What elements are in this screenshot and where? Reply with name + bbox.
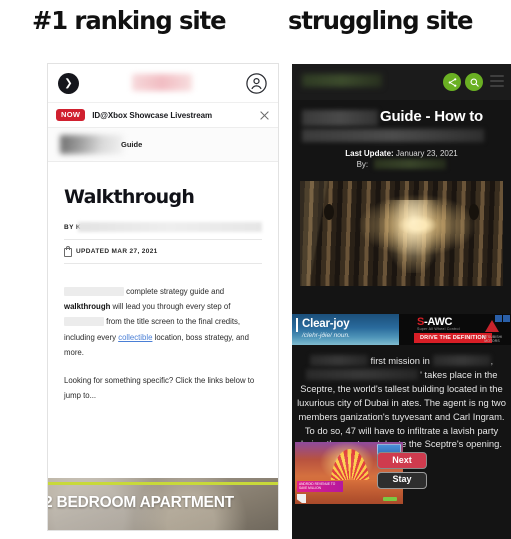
line8-end: tuyvesant and Carl: [391, 410, 471, 422]
article-paragraph-2: Looking for something specific? Click th…: [64, 375, 255, 401]
redacted-1: [309, 355, 368, 366]
article-meta: Last Update: January 23, 2021 By:: [292, 146, 511, 179]
line7-end: ganization's: [340, 410, 390, 422]
chevron-right-icon[interactable]: ❯: [58, 73, 79, 94]
line5-end: ates. The agent is: [401, 396, 476, 408]
right-topbar: [292, 64, 511, 100]
hero-image: [300, 181, 503, 286]
updated-label: UPDATED MAR 27, 2021: [76, 248, 158, 256]
redacted-term-2: [64, 317, 104, 327]
author-row: By:: [292, 159, 511, 169]
author-redacted: [374, 159, 447, 169]
adchoices-icon[interactable]: [495, 315, 510, 322]
promo-text: 2 BEDROOM APARTMENT: [48, 494, 234, 511]
para1-bold: walkthrough: [64, 302, 111, 312]
live-banner[interactable]: NOW ID@Xbox Showcase Livestream: [48, 103, 278, 128]
last-update-date: January 23, 2021: [395, 149, 458, 158]
para1-part1: complete strategy guide and: [126, 286, 225, 296]
breadcrumb-redacted: [60, 135, 123, 154]
byline-redacted: [78, 221, 262, 232]
line2-end: ' takes place in: [420, 368, 482, 380]
promo-banner[interactable]: 2 BEDROOM APARTMENT: [48, 478, 278, 530]
stay-button[interactable]: Stay: [377, 471, 427, 489]
headings-row: #1 ranking site struggling site: [0, 0, 511, 60]
share-icon[interactable]: [443, 73, 461, 91]
site-logo-redacted: [132, 74, 192, 91]
left-phone-mockup: ❯ NOW ID@Xbox Showcase Livestream Guide …: [48, 64, 278, 530]
heading-left: #1 ranking site: [32, 6, 227, 35]
left-article: Walkthrough BY K UPDATED MAR 27, 2021 co…: [48, 162, 278, 530]
interstitial-choices: Next Stay: [377, 452, 427, 489]
by-label: By:: [356, 160, 369, 169]
hamburger-menu-icon[interactable]: [490, 75, 504, 87]
banner-ad-title: Clear-joy: [302, 318, 350, 330]
page-title: Guide - How to: [380, 108, 484, 125]
title-redacted-second-line: [302, 129, 484, 142]
site-logo-redacted: [302, 74, 382, 87]
banner-ad-brand-sub: Super All Wheel Control: [417, 327, 460, 331]
left-topbar: ❯: [48, 64, 278, 103]
redacted-term-1: [64, 286, 124, 296]
byline-row: BY K: [64, 221, 262, 240]
overlay-ad-install-badge[interactable]: [383, 497, 397, 501]
banner-ad-logo-label: MITSUBISHI MOTORS: [481, 335, 503, 343]
hero-lamp-right: [468, 204, 479, 221]
right-title-block: Guide - How to: [292, 100, 511, 146]
page-title: Walkthrough: [64, 186, 195, 208]
search-icon[interactable]: [465, 73, 483, 91]
banner-ad-left[interactable]: Clear-joy /clehr-jðie/ noun.: [292, 314, 399, 345]
right-phone-mockup: Guide - How to Last Update: January 23, …: [292, 64, 511, 539]
title-redacted-left: [302, 110, 378, 126]
account-circle-icon[interactable]: [245, 72, 268, 95]
heading-right: struggling site: [288, 6, 474, 35]
close-icon[interactable]: [259, 110, 270, 121]
updated-row: UPDATED MAR 27, 2021: [64, 241, 262, 264]
content-gap: [292, 286, 511, 314]
live-banner-text: ID@Xbox Showcase Livestream: [92, 110, 213, 120]
redacted-2: [432, 355, 491, 366]
breadcrumb[interactable]: Guide: [48, 128, 278, 162]
article-paragraph-1: complete strategy guide and walkthrough …: [64, 284, 262, 360]
banner-ad-subtitle: /clehr-jðie/ noun.: [302, 332, 350, 339]
body-line-1: first mission in , ' takes place in the …: [296, 354, 507, 451]
promo-accent-bar: [48, 482, 278, 485]
line1-end: ,: [490, 355, 494, 366]
hero-sun-glow: [385, 199, 443, 274]
redacted-3: [305, 368, 418, 380]
overlay-ad-tagline: ANDROID REVENUE TO SAVE MILLION: [297, 481, 343, 492]
right-article-body: first mission in , ' takes place in the …: [292, 345, 511, 452]
last-update-label: Last Update:: [345, 149, 394, 158]
article-body: complete strategy guide and walkthrough …: [64, 284, 262, 403]
live-badge: NOW: [56, 108, 86, 122]
next-button[interactable]: Next: [377, 452, 427, 469]
collectible-link[interactable]: collectible: [118, 333, 152, 342]
line1-mid: first mission in: [370, 355, 430, 366]
para1-part2: will lead you through every step of: [112, 302, 231, 312]
banner-ad-right[interactable]: S-AWC Super All Wheel Control DRIVE THE …: [399, 314, 511, 345]
banner-ad[interactable]: Clear-joy /clehr-jðie/ noun. S-AWC Super…: [292, 314, 511, 345]
breadcrumb-label: Guide: [121, 140, 143, 149]
lock-icon: [64, 245, 72, 257]
